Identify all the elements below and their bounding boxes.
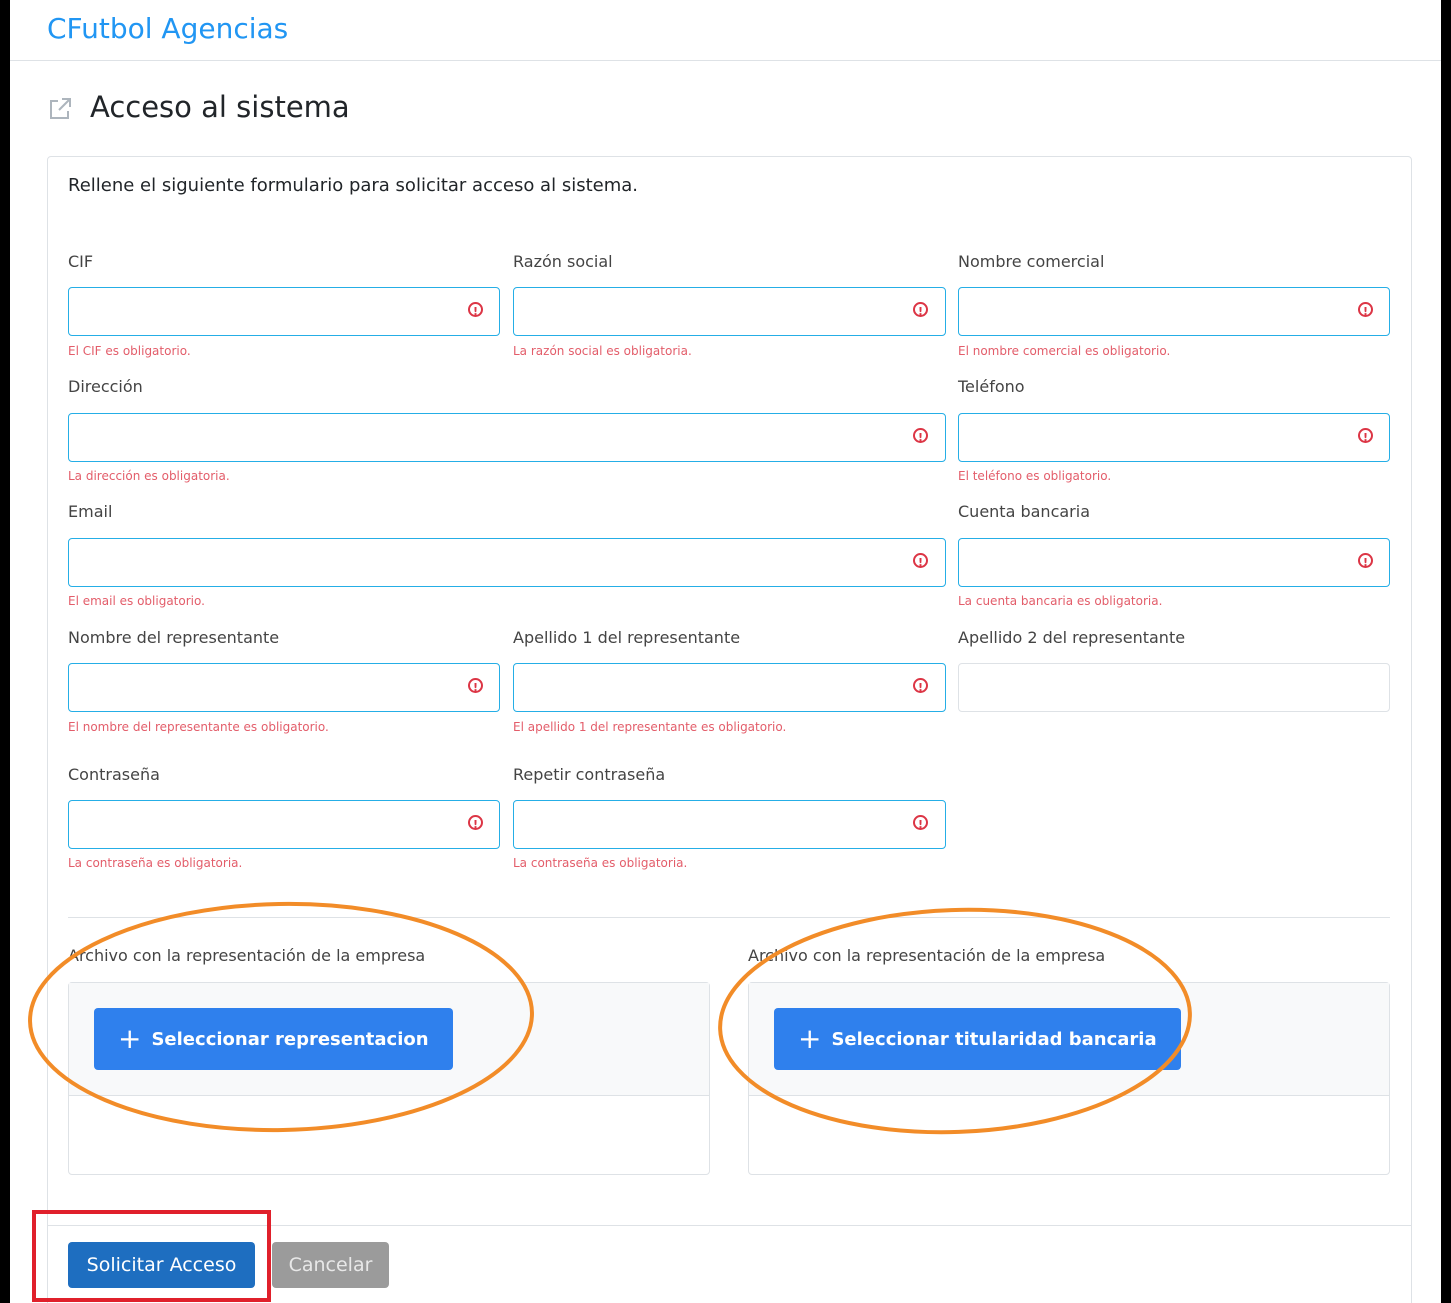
email-label: Email [68, 502, 113, 521]
nombre-comercial-input[interactable] [958, 287, 1390, 336]
nombre-representante-error: El nombre del representante es obligator… [68, 720, 329, 734]
form-intro: Rellene el siguiente formulario para sol… [68, 175, 638, 196]
footer-divider [47, 1225, 1412, 1226]
select-representacion-button[interactable]: + Seleccionar representacion [94, 1008, 453, 1070]
email-error: El email es obligatorio. [68, 594, 205, 608]
external-link-icon [50, 98, 71, 119]
cancelar-button[interactable]: Cancelar [272, 1242, 389, 1288]
screen: CFutbol Agencias Acceso al sistema Relle… [10, 0, 1441, 1303]
error-icon: ! [468, 302, 483, 318]
telefono-input[interactable] [958, 413, 1390, 462]
section-divider [68, 917, 1390, 918]
apellido1-input[interactable] [513, 663, 946, 712]
cif-input[interactable] [68, 287, 500, 336]
nombre-representante-input[interactable] [68, 663, 500, 712]
error-icon: ! [913, 678, 928, 694]
representacion-upload-label: Archivo con la representación de la empr… [68, 946, 426, 965]
plus-icon: + [798, 1022, 822, 1055]
direccion-label: Dirección [68, 377, 143, 396]
solicitar-acceso-button[interactable]: Solicitar Acceso [68, 1242, 255, 1288]
apellido2-input[interactable] [958, 663, 1390, 712]
select-titularidad-button[interactable]: + Seleccionar titularidad bancaria [774, 1008, 1181, 1070]
nombre-comercial-label: Nombre comercial [958, 252, 1105, 271]
apellido1-label: Apellido 1 del representante [513, 628, 741, 647]
contrasena-input[interactable] [68, 800, 500, 849]
nombre-representante-label: Nombre del representante [68, 628, 280, 647]
header-divider [10, 60, 1441, 61]
error-icon: ! [1358, 553, 1373, 569]
error-icon: ! [1358, 428, 1373, 444]
plus-icon: + [118, 1022, 142, 1055]
telefono-label: Teléfono [958, 377, 1025, 396]
cif-label: CIF [68, 252, 94, 271]
page-title: Acceso al sistema [90, 90, 350, 124]
razon-social-input[interactable] [513, 287, 946, 336]
error-icon: ! [468, 678, 483, 694]
repetir-contrasena-label: Repetir contraseña [513, 765, 666, 784]
razon-social-error: La razón social es obligatoria. [513, 344, 692, 358]
error-icon: ! [1358, 302, 1373, 318]
nombre-comercial-error: El nombre comercial es obligatorio. [958, 344, 1171, 358]
cuenta-bancaria-error: La cuenta bancaria es obligatoria. [958, 594, 1163, 608]
brand-title[interactable]: CFutbol Agencias [47, 12, 288, 45]
error-icon: ! [913, 553, 928, 569]
email-input[interactable] [68, 538, 946, 587]
titularidad-upload-label: Archivo con la representación de la empr… [748, 946, 1106, 965]
cuenta-bancaria-input[interactable] [958, 538, 1390, 587]
cuenta-bancaria-label: Cuenta bancaria [958, 502, 1090, 521]
repetir-contrasena-input[interactable] [513, 800, 946, 849]
direccion-input[interactable] [68, 413, 946, 462]
repetir-contrasena-error: La contraseña es obligatoria. [513, 856, 688, 870]
select-representacion-label: Seleccionar representacion [151, 1028, 429, 1050]
error-icon: ! [468, 815, 483, 831]
contrasena-label: Contraseña [68, 765, 160, 784]
direccion-error: La dirección es obligatoria. [68, 469, 230, 483]
cif-error: El CIF es obligatorio. [68, 344, 191, 358]
select-titularidad-label: Seleccionar titularidad bancaria [831, 1028, 1157, 1050]
apellido1-error: El apellido 1 del representante es oblig… [513, 720, 787, 734]
razon-social-label: Razón social [513, 252, 613, 271]
contrasena-error: La contraseña es obligatoria. [68, 856, 243, 870]
error-icon: ! [913, 302, 928, 318]
error-icon: ! [913, 428, 928, 444]
apellido2-label: Apellido 2 del representante [958, 628, 1186, 647]
telefono-error: El teléfono es obligatorio. [958, 469, 1112, 483]
error-icon: ! [913, 815, 928, 831]
